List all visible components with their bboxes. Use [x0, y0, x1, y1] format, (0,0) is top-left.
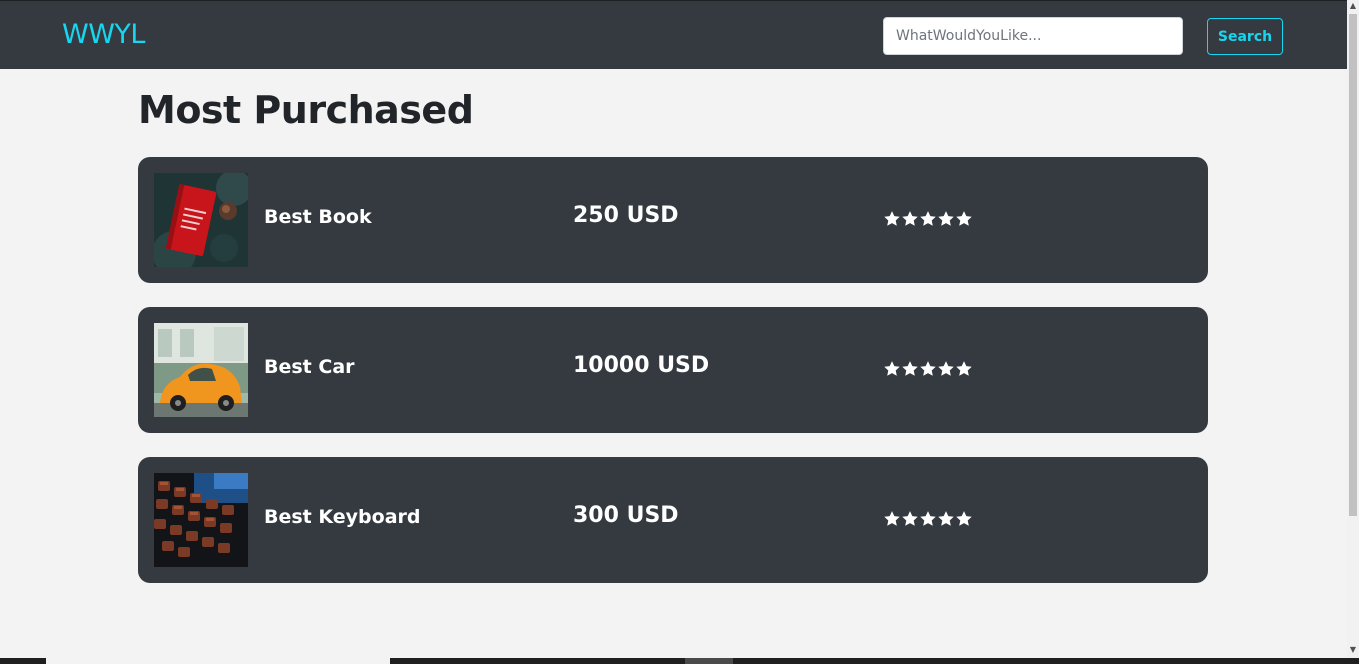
product-name[interactable]: Best Book: [264, 206, 372, 228]
star-icon: [938, 511, 954, 526]
taskbar-strip: [0, 658, 1359, 664]
product-card-keyboard[interactable]: Best Keyboard 300 USD: [138, 457, 1208, 583]
taskbar-segment: [685, 658, 733, 664]
star-icon: [956, 511, 972, 526]
rating-stars: [883, 510, 973, 528]
star-icon: [902, 361, 918, 376]
search-input[interactable]: [883, 17, 1183, 55]
rating-stars: [883, 210, 973, 228]
star-icon: [920, 361, 936, 376]
star-icon: [884, 361, 900, 376]
product-name[interactable]: Best Car: [264, 356, 355, 378]
star-icon: [938, 361, 954, 376]
star-icon: [884, 511, 900, 526]
brand-logo[interactable]: WWYL: [62, 19, 145, 50]
vertical-scrollbar[interactable]: ▲ ▼: [1347, 0, 1359, 658]
product-price: 10000 USD: [573, 353, 710, 378]
product-name[interactable]: Best Keyboard: [264, 506, 420, 528]
taskbar-segment: [46, 658, 390, 664]
scroll-down-arrow-icon[interactable]: ▼: [1347, 644, 1359, 656]
book-photo: [154, 173, 248, 267]
star-icon: [902, 211, 918, 226]
star-icon: [956, 361, 972, 376]
scroll-up-arrow-icon[interactable]: ▲: [1347, 0, 1359, 12]
star-icon: [920, 211, 936, 226]
product-price: 300 USD: [573, 503, 679, 528]
star-icon: [920, 511, 936, 526]
product-card-car[interactable]: Best Car 10000 USD: [138, 307, 1208, 433]
car-photo: [154, 323, 248, 417]
star-icon: [938, 211, 954, 226]
search-button[interactable]: Search: [1207, 18, 1283, 55]
navbar: WWYL Search: [0, 0, 1347, 69]
star-icon: [956, 211, 972, 226]
star-icon: [902, 511, 918, 526]
page-title: Most Purchased: [138, 88, 474, 132]
product-price: 250 USD: [573, 203, 679, 228]
rating-stars: [883, 360, 973, 378]
keyboard-photo: [154, 473, 248, 567]
product-card-book[interactable]: Best Book 250 USD: [138, 157, 1208, 283]
scroll-thumb[interactable]: [1349, 14, 1357, 516]
star-icon: [884, 211, 900, 226]
